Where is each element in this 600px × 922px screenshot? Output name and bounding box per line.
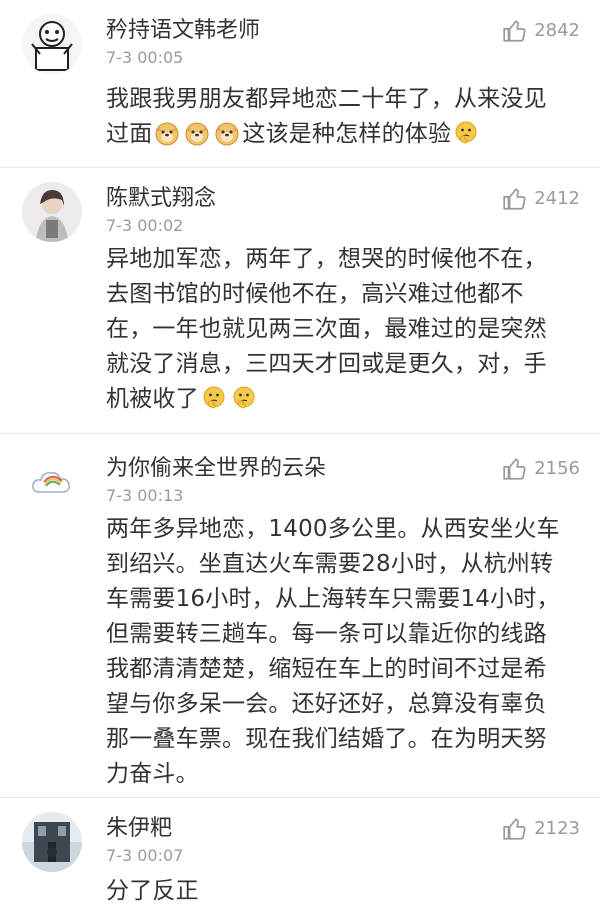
comment-text-line: 在，一年也就见两三次面，最难过的是突然 [106, 316, 547, 342]
comment-text: 分了反正 [106, 874, 578, 909]
comment-list: 矜持语文韩老师 7-3 00:05 2842 我跟我男朋友都异地恋二十年了，从来… [0, 0, 600, 922]
avatar[interactable] [22, 14, 82, 74]
comment-item: 陈默式翔念 7-3 00:02 2412 异地加军恋，两年了，想哭的时候他不在，… [0, 168, 600, 434]
comment-text-line: 两年多异地恋，1400多公里。从西安坐火车 [106, 516, 560, 542]
like-button[interactable]: 2842 [502, 18, 580, 44]
thinking-emoji-icon [201, 385, 227, 411]
thumbs-up-icon [502, 456, 528, 482]
comment-text-line: 到绍兴。坐直达火车需要28小时，从杭州转 [106, 551, 554, 577]
comment-text-line: 分了反正 [106, 878, 199, 904]
comment-text-line: 那一叠车票。现在我们结婚了。在为明天努 [106, 726, 547, 752]
comment-text-line: 去图书馆的时候他不在，高兴难过他都不 [106, 281, 524, 307]
comment-text-segment: 这该是种怎样的体验 [242, 121, 452, 147]
thumbs-up-icon [502, 816, 528, 842]
comment-text-line: 我都清清楚楚，缩短在车上的时间不过是希 [106, 656, 547, 682]
cloud-avatar-icon [22, 452, 82, 512]
comment-text-line: 机被收了 [106, 382, 578, 417]
like-button[interactable]: 2123 [502, 816, 580, 842]
comment-text: 我跟我男朋友都异地恋二十年了，从来没见 过面 这该是种怎样的体验 [106, 82, 578, 152]
person-avatar-icon [22, 182, 82, 242]
doge-emoji-icon [184, 120, 210, 146]
comment-item: 矜持语文韩老师 7-3 00:05 2842 我跟我男朋友都异地恋二十年了，从来… [0, 0, 600, 168]
comment-text: 异地加军恋，两年了，想哭的时候他不在， 去图书馆的时候他不在，高兴难过他都不 在… [106, 242, 578, 417]
like-count: 2842 [534, 20, 580, 41]
avatar[interactable] [22, 452, 82, 512]
comment-text-line: 望与你多呆一会。还好还好，总算没有辜负 [106, 691, 547, 717]
username[interactable]: 为你偷来全世界的云朵 [106, 456, 326, 482]
comment-text-line: 车需要16小时，从上海转车只需要14小时， [106, 586, 560, 612]
username[interactable]: 矜持语文韩老师 [106, 18, 260, 44]
comment-text-line: 就没了消息，三四天才回或是更久，对，手 [106, 351, 547, 377]
timestamp: 7-3 00:13 [106, 486, 184, 505]
comment-text-line: 异地加军恋，两年了，想哭的时候他不在， [106, 246, 547, 272]
cartoon-avatar-icon [22, 14, 82, 74]
avatar[interactable] [22, 182, 82, 242]
timestamp: 7-3 00:07 [106, 846, 184, 865]
thinking-emoji-icon [453, 120, 479, 146]
comment-text-line: 我跟我男朋友都异地恋二十年了，从来没见 [106, 86, 547, 112]
thumbs-up-icon [502, 18, 528, 44]
avatar[interactable] [22, 812, 82, 872]
thinking-emoji-icon [231, 385, 257, 411]
thumbs-up-icon [502, 186, 528, 212]
comment-text-line: 但需要转三趟车。每一条可以靠近你的线路 [106, 621, 547, 647]
comment-text-segment: 过面 [106, 121, 153, 147]
doge-emoji-icon [154, 120, 180, 146]
username[interactable]: 朱伊粑 [106, 816, 172, 842]
like-count: 2412 [534, 188, 580, 209]
username[interactable]: 陈默式翔念 [106, 186, 216, 212]
doge-emoji-icon [214, 120, 240, 146]
comment-item: 朱伊粑 7-3 00:07 2123 分了反正 [0, 798, 600, 922]
comment-text-line: 过面 这该是种怎样的体验 [106, 117, 578, 152]
like-count: 2156 [534, 458, 580, 479]
comment-text-segment: 机被收了 [106, 386, 199, 412]
comment-item: 为你偷来全世界的云朵 7-3 00:13 2156 两年多异地恋，1400多公里… [0, 434, 600, 798]
timestamp: 7-3 00:05 [106, 48, 184, 67]
comment-text: 两年多异地恋，1400多公里。从西安坐火车 到绍兴。坐直达火车需要28小时，从杭… [106, 512, 578, 792]
like-button[interactable]: 2156 [502, 456, 580, 482]
photo-avatar-icon [22, 812, 82, 872]
like-count: 2123 [534, 818, 580, 839]
comment-text-line: 力奋斗。 [106, 761, 199, 787]
timestamp: 7-3 00:02 [106, 216, 184, 235]
like-button[interactable]: 2412 [502, 186, 580, 212]
